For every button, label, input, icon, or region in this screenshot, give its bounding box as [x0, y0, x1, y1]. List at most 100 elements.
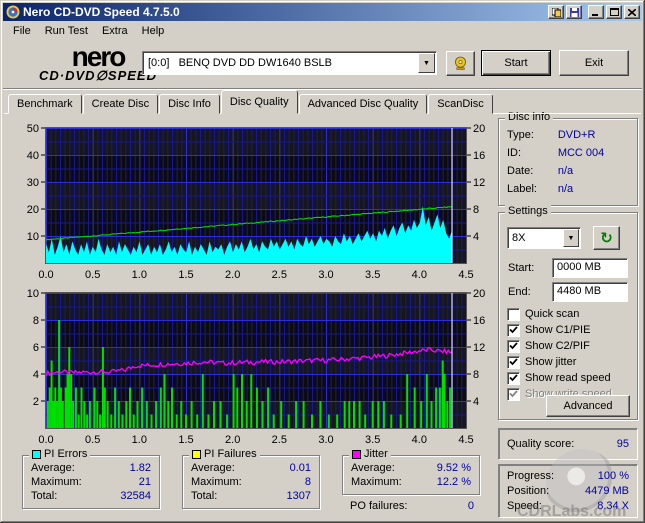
svg-text:4.5: 4.5: [458, 434, 473, 446]
svg-text:50: 50: [27, 123, 39, 135]
tab-advanced-disc-quality[interactable]: Advanced Disc Quality: [298, 94, 428, 114]
end-field-value: 4480 MB: [557, 285, 602, 297]
app-window: Nero CD-DVD Speed 4.7.5.0 File Run Test …: [0, 0, 645, 523]
refresh-button[interactable]: ↻: [593, 226, 620, 250]
checkbox-show-read-speed[interactable]: Show read speed: [507, 371, 611, 385]
stat-label: Average:: [191, 462, 235, 474]
start-button[interactable]: Start: [481, 50, 551, 76]
tab-bar: Benchmark Create Disc Disc Info Disc Qua…: [8, 90, 494, 114]
svg-text:3.5: 3.5: [365, 269, 380, 281]
svg-text:1.0: 1.0: [132, 269, 147, 281]
stat-value: 8: [304, 476, 311, 488]
eject-disc-button[interactable]: [446, 51, 475, 76]
checkbox-quick-scan[interactable]: Quick scan: [507, 307, 579, 321]
stat-label: Average:: [351, 462, 395, 474]
progress-value: 100 %: [597, 470, 629, 482]
save-button[interactable]: [566, 5, 582, 19]
disc-label-value: n/a: [557, 183, 574, 195]
menu-run-test[interactable]: Run Test: [38, 23, 95, 39]
svg-text:8: 8: [473, 369, 479, 381]
drive-select[interactable]: [0:0] BENQ DVD DD DW1640 BSLB ▼: [142, 51, 437, 75]
checkbox-box[interactable]: [507, 339, 520, 353]
svg-text:4: 4: [473, 231, 479, 243]
svg-text:4.0: 4.0: [412, 269, 427, 281]
quality-score-label: Quality score:: [507, 438, 575, 450]
checkbox-box[interactable]: [507, 355, 520, 369]
advanced-button[interactable]: Advanced: [546, 395, 630, 417]
stat-value: 9.52 %: [436, 462, 471, 474]
tab-disc-quality[interactable]: Disc Quality: [220, 90, 298, 114]
svg-text:0.0: 0.0: [38, 269, 53, 281]
disc-eject-icon: [454, 56, 467, 70]
speed-select[interactable]: 8X ▼: [507, 227, 581, 249]
exit-button-label: Exit: [584, 57, 604, 69]
svg-text:2.0: 2.0: [225, 434, 240, 446]
end-field-label: End:: [508, 286, 531, 298]
svg-text:2.5: 2.5: [272, 269, 287, 281]
svg-text:3.0: 3.0: [318, 269, 333, 281]
svg-text:12: 12: [473, 177, 485, 189]
svg-text:8: 8: [33, 315, 39, 327]
end-field[interactable]: 4480 MB: [552, 282, 628, 302]
stat-value: 12.2 %: [436, 476, 471, 488]
svg-text:0.5: 0.5: [85, 269, 100, 281]
svg-text:30: 30: [27, 177, 39, 189]
svg-text:1.5: 1.5: [178, 269, 193, 281]
menu-help[interactable]: Help: [135, 23, 172, 39]
svg-text:0.0: 0.0: [38, 434, 53, 446]
checkbox-box[interactable]: [507, 323, 520, 337]
po-failures-value: 0: [467, 500, 474, 512]
maximize-button[interactable]: [606, 5, 622, 19]
jitter-stats-group: Jitter Average: 9.52 % Maximum: 12.2 %: [342, 448, 480, 495]
svg-text:20: 20: [473, 288, 485, 300]
report-button[interactable]: [548, 5, 564, 19]
disc-id-value: MCC 004: [557, 147, 605, 159]
stat-label: Maximum:: [31, 476, 82, 488]
svg-text:4: 4: [473, 396, 479, 408]
checkbox-show-c1-pie[interactable]: Show C1/PIE: [507, 323, 590, 337]
advanced-button-label: Advanced: [563, 400, 613, 412]
checkbox-label: Show read speed: [525, 372, 611, 384]
minimize-button[interactable]: [588, 5, 604, 19]
stat-value: 1307: [286, 490, 311, 502]
menu-file[interactable]: File: [6, 23, 38, 39]
checkbox-box[interactable]: [507, 371, 520, 385]
settings-group: Settings 8X ▼ ↻ Start: 0000 MB End: 4480…: [498, 205, 638, 420]
svg-text:8: 8: [473, 204, 479, 216]
stat-label: Maximum:: [351, 476, 402, 488]
svg-text:4: 4: [33, 369, 39, 381]
checkbox-box[interactable]: [507, 307, 520, 321]
window-title: Nero CD-DVD Speed 4.7.5.0: [23, 5, 180, 19]
tab-disc-info[interactable]: Disc Info: [159, 94, 220, 114]
pi-errors-stats-group: PI Errors Average: 1.82 Maximum: 21 Total:…: [22, 448, 160, 509]
checkbox-show-jitter[interactable]: Show jitter: [507, 355, 576, 369]
po-failures-label: PO failures:: [350, 500, 408, 512]
svg-text:2.5: 2.5: [272, 434, 287, 446]
pi-errors-chart: 0.0 0.5 1.0 1.5 2.0 2.5 3.0 3.5 4.0 4.5 10 20 30 40 50…: [27, 123, 486, 281]
start-field[interactable]: 0000 MB: [552, 258, 628, 278]
position-value: 4479 MB: [584, 485, 629, 497]
disc-type-value: DVD+R: [557, 129, 596, 141]
tab-scandisc[interactable]: ScanDisc: [428, 94, 493, 114]
menu-extra[interactable]: Extra: [95, 23, 135, 39]
disc-type-label: Type:: [507, 129, 534, 141]
exit-button[interactable]: Exit: [559, 50, 629, 76]
speed-select-dropdown-button[interactable]: ▼: [563, 229, 579, 247]
settings-title: Settings: [505, 205, 551, 217]
tab-create-disc[interactable]: Create Disc: [82, 94, 159, 114]
drive-select-dropdown-button[interactable]: ▼: [418, 53, 435, 73]
progress-label: Progress:: [507, 470, 555, 482]
disc-label-label: Label:: [507, 183, 537, 195]
svg-text:40: 40: [27, 150, 39, 162]
stat-value: 1.82: [129, 462, 151, 474]
chevron-down-icon: ▼: [423, 59, 430, 67]
close-button[interactable]: [624, 5, 640, 19]
disc-info-group: Disc info Type: DVD+R ID: MCC 004 Date: n/a…: [498, 111, 638, 206]
tab-benchmark[interactable]: Benchmark: [8, 94, 82, 114]
stat-label: Average:: [31, 462, 75, 474]
pi-errors-swatch: [32, 449, 41, 459]
checkbox-show-c2-pif[interactable]: Show C2/PIF: [507, 339, 590, 353]
stat-value: 21: [138, 476, 151, 488]
checkbox-label: Show C1/PIE: [525, 324, 591, 336]
svg-text:0.5: 0.5: [85, 434, 100, 446]
